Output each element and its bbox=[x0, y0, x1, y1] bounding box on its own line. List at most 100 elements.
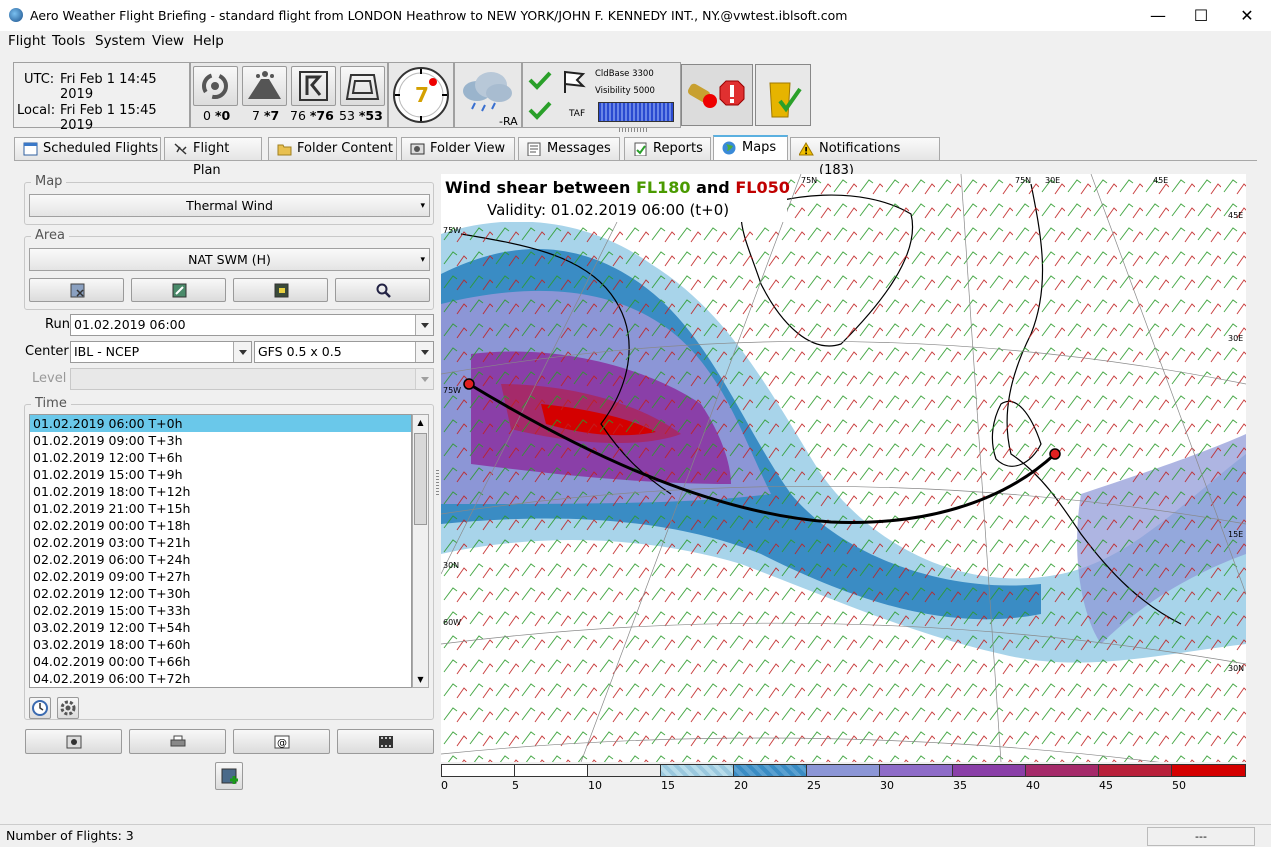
weather-map[interactable]: 75N 75N 30E 45E 45E 30E 75W 15E 30N 60W … bbox=[441, 174, 1246, 762]
area-edit-button[interactable] bbox=[131, 278, 226, 302]
tab-notifications[interactable]: Notifications (183) bbox=[790, 137, 940, 178]
confirm-panel[interactable] bbox=[755, 64, 811, 126]
list-item[interactable]: 02.02.2019 12:00 T+30h bbox=[30, 585, 411, 602]
alerts-panel[interactable] bbox=[681, 64, 753, 126]
weather-panel[interactable]: -RA bbox=[454, 62, 522, 128]
maximize-button[interactable]: ☐ bbox=[1178, 0, 1224, 31]
run-select[interactable]: 01.02.2019 06:00 bbox=[70, 314, 434, 336]
legend-label: 5 bbox=[512, 779, 519, 792]
scroll-down-icon[interactable]: ▼ bbox=[413, 672, 428, 687]
messages-icon bbox=[527, 142, 541, 156]
level-select bbox=[70, 368, 434, 390]
legend-swatch-2 bbox=[587, 764, 661, 777]
airmet-button[interactable] bbox=[340, 66, 385, 106]
weather-code: -RA bbox=[499, 115, 518, 128]
add-to-folder-button[interactable] bbox=[215, 762, 243, 790]
toolbar-grip[interactable] bbox=[619, 128, 647, 132]
model-select[interactable]: GFS 0.5 x 0.5 bbox=[254, 341, 434, 363]
print-button[interactable] bbox=[129, 729, 226, 754]
map-group-label: Map bbox=[31, 174, 67, 189]
map-select[interactable]: Thermal Wind ▾ bbox=[29, 194, 430, 217]
menu-flight[interactable]: Flight bbox=[8, 33, 46, 49]
time-list[interactable]: 01.02.2019 06:00 T+0h 01.02.2019 09:00 T… bbox=[29, 414, 412, 688]
list-item[interactable]: 04.02.2019 06:00 T+72h bbox=[30, 670, 411, 687]
tab-reports[interactable]: Reports bbox=[624, 137, 711, 161]
map-edit-icon bbox=[172, 283, 187, 298]
list-item[interactable]: 01.02.2019 21:00 T+15h bbox=[30, 500, 411, 517]
legend-label: 20 bbox=[734, 779, 748, 792]
list-item[interactable]: 01.02.2019 15:00 T+9h bbox=[30, 466, 411, 483]
area-image-button[interactable] bbox=[233, 278, 328, 302]
list-item[interactable]: 03.02.2019 12:00 T+54h bbox=[30, 619, 411, 636]
area-zoom-button[interactable] bbox=[335, 278, 430, 302]
tab-messages[interactable]: Messages bbox=[518, 137, 620, 161]
map-title: Wind shear between FL180 and FL050 bbox=[445, 178, 790, 197]
list-item[interactable]: 04.02.2019 00:00 T+66h bbox=[30, 653, 411, 670]
visibility-text: Visibility 5000 bbox=[595, 86, 655, 96]
tab-folder-view[interactable]: Folder View bbox=[401, 137, 515, 161]
email-button[interactable]: @ bbox=[233, 729, 330, 754]
route-origin-point bbox=[463, 378, 475, 390]
list-item[interactable]: 02.02.2019 06:00 T+24h bbox=[30, 551, 411, 568]
sigmet-count: 76 *76 bbox=[290, 108, 334, 123]
film-icon bbox=[379, 736, 393, 748]
globe-icon bbox=[722, 141, 736, 155]
map-grid-label: 30N bbox=[443, 561, 460, 570]
tab-maps[interactable]: Maps bbox=[713, 135, 788, 161]
cyclone-button[interactable] bbox=[193, 66, 238, 106]
list-item[interactable]: 01.02.2019 06:00 T+0h bbox=[30, 415, 411, 432]
time-list-scrollbar[interactable]: ▲ ▼ bbox=[412, 414, 429, 688]
email-icon: @ bbox=[274, 735, 290, 749]
time-settings-button[interactable] bbox=[57, 697, 79, 719]
level-label: Level bbox=[32, 371, 67, 386]
preview-button[interactable] bbox=[25, 729, 122, 754]
add-map-icon bbox=[221, 768, 238, 784]
center-select[interactable]: IBL - NCEP bbox=[70, 341, 252, 363]
folder-view-icon bbox=[410, 143, 425, 155]
sigmet-icon bbox=[299, 71, 328, 101]
taf-panel[interactable]: TAF CldBase 3300 Visibility 5000 bbox=[522, 62, 681, 128]
clock-sync-icon bbox=[32, 700, 48, 716]
map-grid-label: 45E bbox=[1153, 176, 1169, 185]
volcano-button[interactable] bbox=[242, 66, 287, 106]
legend-label: 35 bbox=[953, 779, 967, 792]
menu-help[interactable]: Help bbox=[193, 33, 224, 49]
splitter-handle[interactable] bbox=[436, 470, 439, 496]
list-item[interactable]: 01.02.2019 09:00 T+3h bbox=[30, 432, 411, 449]
list-item[interactable]: 01.02.2019 12:00 T+6h bbox=[30, 449, 411, 466]
list-item[interactable]: 02.02.2019 00:00 T+18h bbox=[30, 517, 411, 534]
area-remove-button[interactable] bbox=[29, 278, 124, 302]
clock-panel[interactable]: 7 bbox=[388, 62, 454, 128]
time-sync-button[interactable] bbox=[29, 697, 51, 719]
airmet-icon bbox=[345, 74, 380, 100]
menu-tools[interactable]: Tools bbox=[52, 33, 85, 49]
tab-flight-plan[interactable]: Flight Plan bbox=[164, 137, 262, 178]
list-item[interactable]: 03.02.2019 18:00 T+60h bbox=[30, 636, 411, 653]
area-select[interactable]: NAT SWM (H) ▾ bbox=[29, 248, 430, 271]
scrollbar-thumb[interactable] bbox=[414, 433, 427, 525]
app-icon bbox=[9, 8, 23, 22]
menu-view[interactable]: View bbox=[152, 33, 184, 49]
minimize-button[interactable]: — bbox=[1135, 0, 1181, 31]
map-grid-label: 30E bbox=[1228, 334, 1244, 343]
tab-folder-content[interactable]: Folder Content bbox=[268, 137, 397, 161]
menu-system[interactable]: System bbox=[95, 33, 145, 49]
list-item[interactable]: 02.02.2019 03:00 T+21h bbox=[30, 534, 411, 551]
legend-swatch-3 bbox=[660, 764, 734, 777]
title-and: and bbox=[696, 178, 730, 197]
tab-scheduled-flights[interactable]: Scheduled Flights bbox=[14, 137, 161, 161]
animation-button[interactable] bbox=[337, 729, 434, 754]
list-item[interactable]: 02.02.2019 09:00 T+27h bbox=[30, 568, 411, 585]
scroll-up-icon[interactable]: ▲ bbox=[413, 415, 428, 430]
utc-label: UTC: bbox=[24, 72, 55, 87]
volcano-icon bbox=[248, 71, 281, 99]
sigmet-button[interactable] bbox=[291, 66, 336, 106]
map-image-icon bbox=[274, 283, 289, 298]
title-prefix: Wind shear between bbox=[445, 178, 631, 197]
legend-label: 15 bbox=[661, 779, 675, 792]
close-button[interactable]: ✕ bbox=[1224, 0, 1270, 31]
list-item[interactable]: 02.02.2019 15:00 T+33h bbox=[30, 602, 411, 619]
list-item[interactable]: 01.02.2019 18:00 T+12h bbox=[30, 483, 411, 500]
rain-cloud-icon bbox=[463, 72, 512, 112]
title-bar: Aero Weather Flight Briefing - standard … bbox=[0, 0, 1271, 31]
